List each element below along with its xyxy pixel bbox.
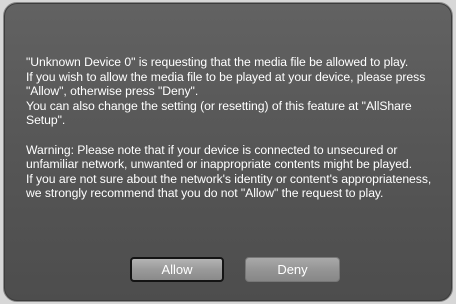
allow-button[interactable]: Allow — [130, 257, 224, 282]
media-permission-dialog: "Unknown Device 0" is requesting that th… — [3, 2, 453, 302]
dialog-message: "Unknown Device 0" is requesting that th… — [26, 55, 446, 201]
recommendation-text: If you are not sure about the network's … — [26, 171, 432, 201]
request-text: "Unknown Device 0" is requesting that th… — [26, 55, 409, 69]
instruction-text: If you wish to allow the media file to b… — [26, 69, 426, 99]
deny-button[interactable]: Deny — [245, 257, 340, 282]
warning-text: Warning: Please note that if your device… — [26, 142, 412, 172]
setting-text: You can also change the setting (or rese… — [26, 98, 412, 128]
